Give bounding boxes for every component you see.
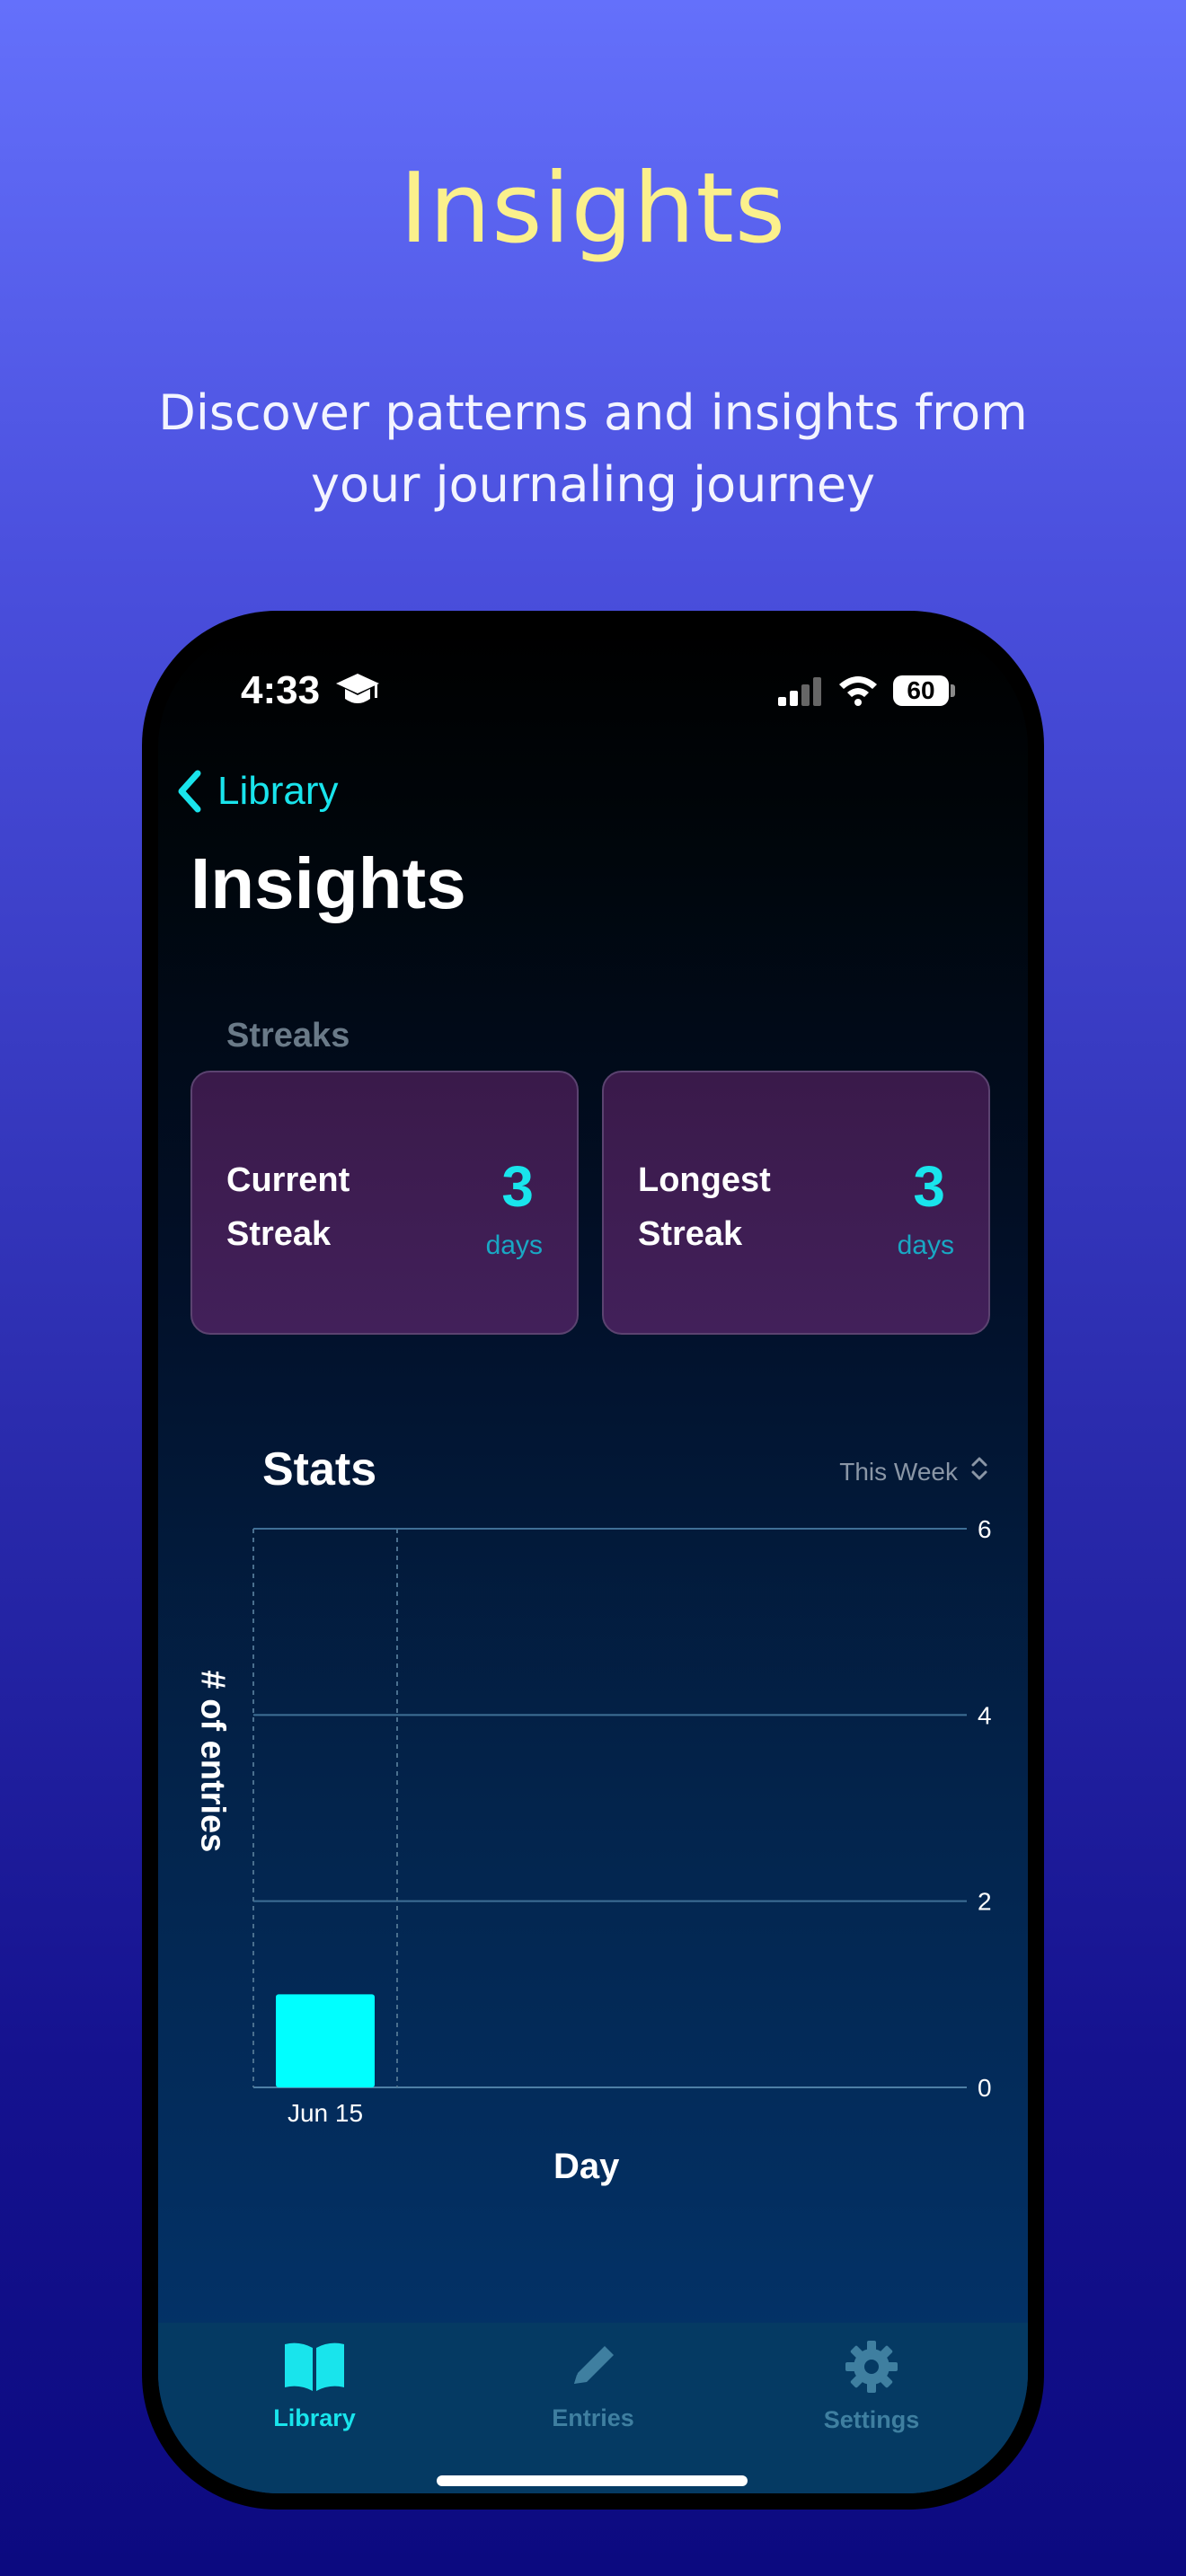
chart-y-tick-label: 0 bbox=[978, 2074, 992, 2102]
tab-bar: Library Entries Settings bbox=[158, 2323, 1028, 2493]
tab-entries[interactable]: Entries bbox=[503, 2339, 683, 2432]
phone-frame: 4:33 60 Library Insights Streaks Current… bbox=[142, 611, 1044, 2510]
app-screen: 4:33 60 Library Insights Streaks Current… bbox=[158, 627, 1028, 2493]
tab-entries-label: Entries bbox=[552, 2404, 634, 2431]
pencil-icon bbox=[574, 2346, 614, 2384]
tab-library[interactable]: Library bbox=[225, 2339, 404, 2432]
hero-subtitle: Discover patterns and insights from your… bbox=[158, 384, 1028, 513]
chart-y-tick-label: 6 bbox=[978, 1515, 992, 1543]
tab-settings-label: Settings bbox=[823, 2406, 920, 2433]
gear-icon bbox=[845, 2341, 898, 2393]
chart-y-tick-label: 4 bbox=[978, 1701, 992, 1729]
stats-bar-chart: 0 2 4 6 Jun 15 bbox=[252, 1515, 992, 2127]
tab-library-label: Library bbox=[273, 2404, 356, 2431]
chart-x-tick-label: Jun 15 bbox=[288, 2099, 363, 2127]
hero-title: Insights bbox=[399, 153, 787, 265]
book-icon bbox=[285, 2342, 344, 2391]
chart-y-tick-label: 2 bbox=[978, 1888, 992, 1916]
tab-settings[interactable]: Settings bbox=[782, 2339, 961, 2434]
home-indicator bbox=[437, 2475, 748, 2486]
chart-x-axis-label: Day bbox=[553, 2147, 620, 2186]
chart-bar bbox=[276, 1994, 375, 2087]
chart-y-axis-label: # of entries bbox=[193, 1670, 232, 1853]
